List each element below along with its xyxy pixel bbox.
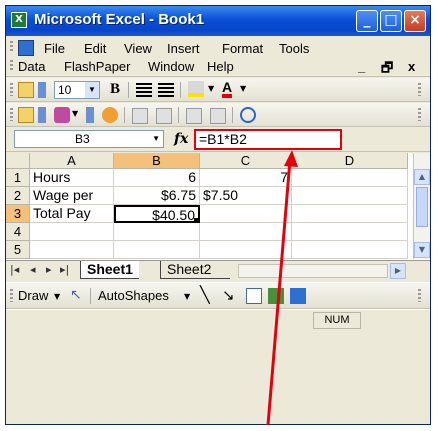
annotation-arrow [266,150,298,426]
